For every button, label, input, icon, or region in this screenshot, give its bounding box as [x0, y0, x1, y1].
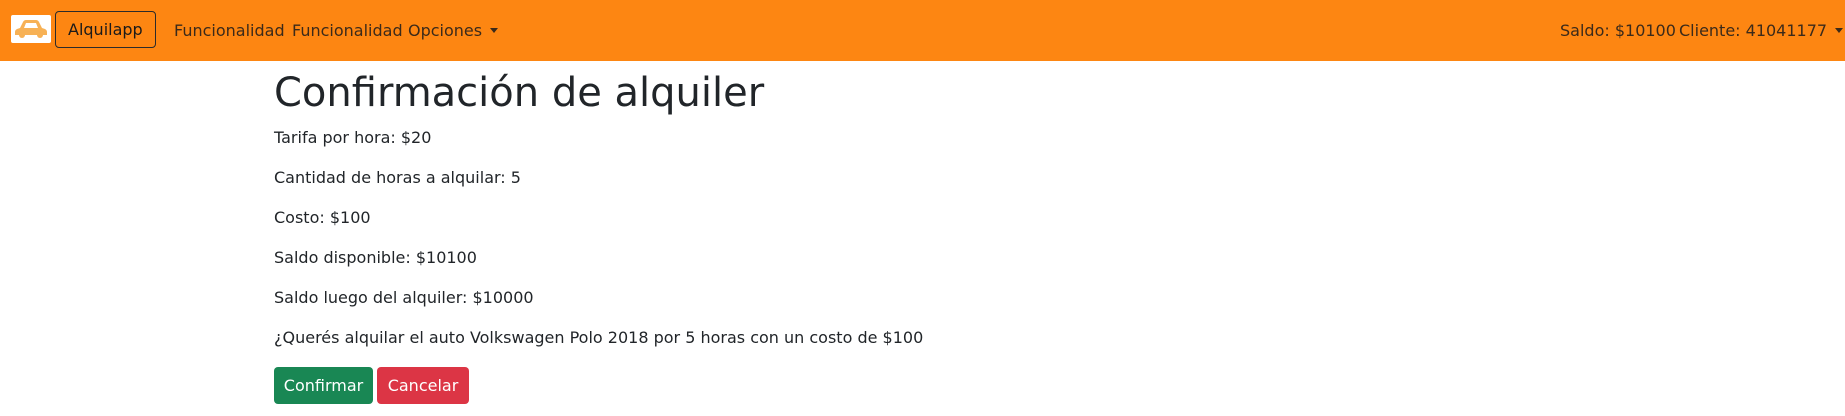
- hourly-rate-text: Tarifa por hora: $20: [274, 128, 432, 147]
- top-navbar: Alquilapp Funcionalidad Funcionalidad Op…: [0, 0, 1845, 61]
- confirmation-question: ¿Querés alquilar el auto Volkswagen Polo…: [274, 328, 924, 347]
- nav-link-funcionalidad-1[interactable]: Funcionalidad: [174, 0, 285, 61]
- confirm-button[interactable]: Confirmar: [274, 367, 373, 404]
- cost-text: Costo: $100: [274, 208, 371, 227]
- client-dropdown[interactable]: Cliente: 41041177: [1679, 0, 1844, 61]
- chevron-down-icon: [1835, 28, 1844, 33]
- hours-text: Cantidad de horas a alquilar: 5: [274, 168, 521, 187]
- dropdown-label: Opciones: [408, 21, 483, 40]
- balance-after-text: Saldo luego del alquiler: $10000: [274, 288, 534, 307]
- chevron-down-icon: [490, 28, 499, 33]
- balance-label: Saldo: $10100: [1560, 21, 1676, 40]
- brand-button[interactable]: Alquilapp: [55, 11, 156, 48]
- nav-link-funcionalidad-2[interactable]: Funcionalidad: [292, 0, 403, 61]
- nav-dropdown-opciones[interactable]: Opciones: [408, 0, 499, 61]
- car-icon: [15, 20, 47, 38]
- page-title: Confirmación de alquiler: [274, 70, 765, 116]
- available-balance-text: Saldo disponible: $10100: [274, 248, 477, 267]
- brand-logo[interactable]: [11, 15, 51, 43]
- client-label: Cliente: 41041177: [1679, 21, 1828, 40]
- cancel-button[interactable]: Cancelar: [377, 367, 469, 404]
